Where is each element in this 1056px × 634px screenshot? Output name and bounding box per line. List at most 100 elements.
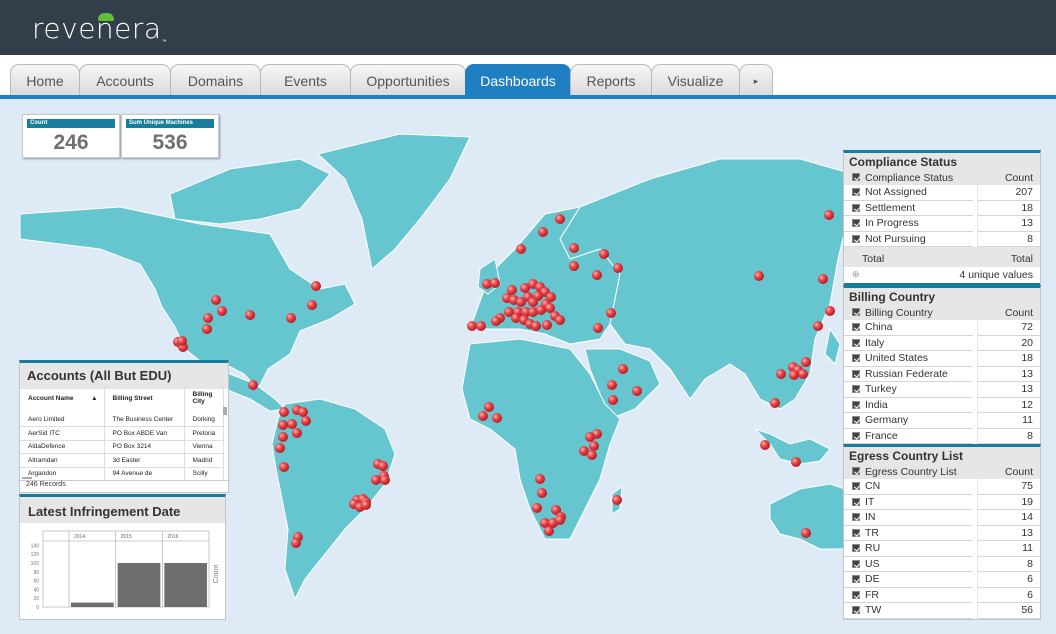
- map-marker[interactable]: [492, 413, 502, 423]
- map-marker[interactable]: [278, 432, 288, 442]
- bar-2014[interactable]: [71, 602, 114, 607]
- map-marker[interactable]: [311, 281, 321, 291]
- checkbox-icon[interactable]: [852, 203, 860, 212]
- map-marker[interactable]: [776, 369, 786, 379]
- table-row[interactable]: Argandon 94 Avenue de Scilly: [20, 467, 224, 481]
- list-item[interactable]: United States 18: [844, 351, 1040, 367]
- checkbox-icon[interactable]: [852, 606, 860, 615]
- map-marker[interactable]: [380, 475, 390, 485]
- list-item[interactable]: TR 13: [844, 525, 1040, 541]
- kpi-count[interactable]: Count 246: [22, 114, 120, 158]
- table-row[interactable]: Aero Limited The Business Center Dorking: [20, 413, 224, 427]
- map-marker[interactable]: [275, 443, 285, 453]
- map-marker[interactable]: [211, 295, 221, 305]
- map-marker[interactable]: [789, 370, 799, 380]
- map-marker[interactable]: [476, 321, 486, 331]
- map-marker[interactable]: [592, 270, 602, 280]
- map-marker[interactable]: [608, 395, 618, 405]
- map-marker[interactable]: [536, 305, 546, 315]
- map-marker[interactable]: [613, 263, 623, 273]
- list-item[interactable]: India 12: [844, 397, 1040, 413]
- map-marker[interactable]: [298, 407, 308, 417]
- column-billing-street[interactable]: Billing Street: [104, 389, 185, 407]
- tab-domains[interactable]: Domains: [170, 64, 261, 97]
- vertical-scrollbar[interactable]: [223, 407, 227, 415]
- map-marker[interactable]: [301, 416, 311, 426]
- list-item[interactable]: DE 6: [844, 572, 1040, 588]
- map-marker[interactable]: [307, 300, 317, 310]
- table-row[interactable]: Altramdan 3d Easter Madrid: [20, 453, 224, 468]
- map-marker[interactable]: [599, 249, 609, 259]
- map-marker[interactable]: [202, 324, 212, 334]
- map-marker[interactable]: [203, 313, 213, 323]
- list-item[interactable]: IN 14: [844, 510, 1040, 526]
- map-marker[interactable]: [490, 278, 500, 288]
- map-marker[interactable]: [177, 336, 187, 346]
- checkbox-icon[interactable]: [852, 172, 860, 181]
- checkbox-icon[interactable]: [852, 513, 860, 522]
- bar-2016[interactable]: [164, 563, 207, 607]
- map-marker[interactable]: [824, 210, 834, 220]
- map-marker[interactable]: [484, 402, 494, 412]
- checkbox-icon[interactable]: [852, 590, 860, 599]
- checkbox-icon[interactable]: [852, 234, 860, 243]
- checkbox-icon[interactable]: [852, 575, 860, 584]
- map-marker[interactable]: [286, 313, 296, 323]
- checkbox-icon[interactable]: [852, 416, 860, 425]
- tab-opportunities[interactable]: Opportunities: [350, 64, 466, 97]
- map-marker[interactable]: [217, 306, 227, 316]
- map-marker[interactable]: [555, 515, 565, 525]
- list-item[interactable]: Russian Federate 13: [844, 366, 1040, 382]
- checkbox-icon[interactable]: [852, 307, 860, 316]
- column-header[interactable]: Egress Country List Count: [844, 464, 1040, 479]
- map-marker[interactable]: [491, 316, 501, 326]
- map-marker[interactable]: [798, 369, 808, 379]
- list-item[interactable]: Not Assigned 207: [844, 185, 1040, 201]
- checkbox-icon[interactable]: [852, 559, 860, 568]
- map-marker[interactable]: [569, 261, 579, 271]
- map-marker[interactable]: [467, 321, 477, 331]
- list-item[interactable]: US 8: [844, 556, 1040, 572]
- list-item[interactable]: Settlement 18: [844, 200, 1040, 216]
- map-marker[interactable]: [245, 310, 255, 320]
- list-item[interactable]: Turkey 13: [844, 382, 1040, 398]
- column-billing-city[interactable]: Billing City: [184, 389, 224, 407]
- list-item[interactable]: CN 75: [844, 479, 1040, 495]
- list-item[interactable]: RU 11: [844, 541, 1040, 557]
- tab-reports[interactable]: Reports: [570, 64, 652, 97]
- column-header[interactable]: Billing Country Count: [844, 305, 1040, 320]
- expand-icon[interactable]: ⊕: [852, 269, 860, 281]
- tab-home[interactable]: Home: [10, 64, 80, 97]
- map-marker[interactable]: [760, 440, 770, 450]
- checkbox-icon[interactable]: [852, 431, 860, 440]
- map-marker[interactable]: [292, 428, 302, 438]
- map-marker[interactable]: [531, 321, 541, 331]
- checkbox-icon[interactable]: [852, 354, 860, 363]
- list-item[interactable]: France 8: [844, 428, 1040, 444]
- map-marker[interactable]: [478, 411, 488, 421]
- checkbox-icon[interactable]: [852, 400, 860, 409]
- map-marker[interactable]: [801, 528, 811, 538]
- map-marker[interactable]: [754, 271, 764, 281]
- map-marker[interactable]: [607, 380, 617, 390]
- map-marker[interactable]: [632, 386, 642, 396]
- list-item[interactable]: IT 19: [844, 494, 1040, 510]
- infringement-bar-chart[interactable]: 0 20 40 60 80 100 120 140 2014 2015 2016 Count: [20, 523, 225, 617]
- map-marker[interactable]: [371, 475, 381, 485]
- bar-2015[interactable]: [117, 563, 161, 607]
- map-marker[interactable]: [791, 457, 801, 467]
- map-marker[interactable]: [606, 308, 616, 318]
- map-marker[interactable]: [532, 503, 542, 513]
- tab-visualize[interactable]: Visualize: [651, 64, 740, 97]
- list-item[interactable]: Not Pursuing 8: [844, 231, 1040, 247]
- checkbox-icon[interactable]: [852, 369, 860, 378]
- more-tabs-arrow-icon[interactable]: ▸: [739, 64, 773, 97]
- tab-accounts[interactable]: Accounts: [79, 64, 171, 97]
- kpi-sum-unique-machines[interactable]: Sum Unique Machines 536: [121, 114, 219, 158]
- horizontal-scrollbar[interactable]: [22, 477, 32, 479]
- list-item[interactable]: Germany 11: [844, 413, 1040, 429]
- map-marker[interactable]: [361, 500, 371, 510]
- map-marker[interactable]: [555, 315, 565, 325]
- map-marker[interactable]: [569, 243, 579, 253]
- map-marker[interactable]: [278, 420, 288, 430]
